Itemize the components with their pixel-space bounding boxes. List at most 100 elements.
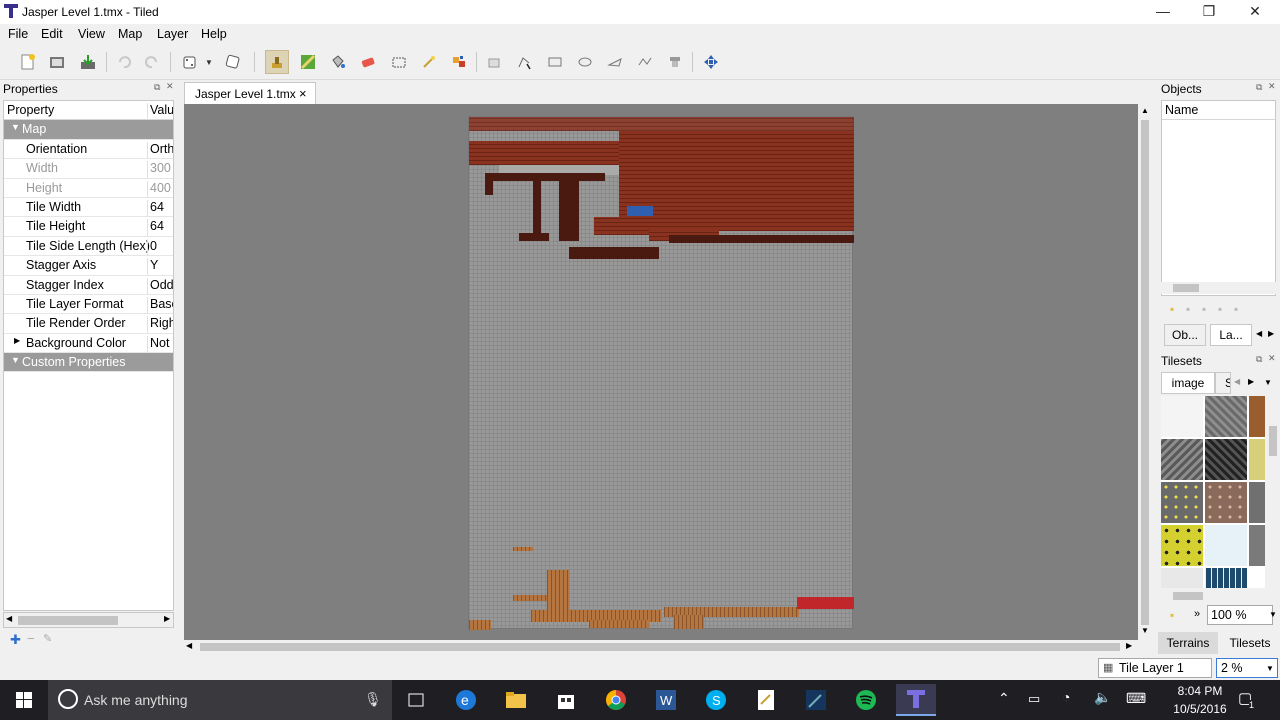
rename-property-icon[interactable]: ✎ [43,632,52,645]
scrollbar-thumb[interactable] [1173,592,1203,600]
notes-app-icon[interactable] [746,684,786,716]
menu-view[interactable]: View [78,27,105,41]
tileset-menu-icon[interactable]: ▼ [1264,378,1272,387]
tab-objects[interactable]: Ob... [1164,324,1206,346]
scroll-right-icon[interactable]: ▶ [164,614,170,623]
terrain-brush-icon[interactable] [296,50,320,74]
tab-scroll-right-icon[interactable]: ▶ [1248,377,1254,386]
tile[interactable] [1161,525,1203,566]
save-file-icon[interactable] [76,50,100,74]
insert-tile-object-icon[interactable] [663,50,687,74]
scrollbar-thumb[interactable] [1269,426,1277,456]
custom-properties-group-row[interactable]: ▼ Custom Properties [4,353,173,373]
tile[interactable] [1161,396,1203,437]
cortana-search-box[interactable]: Ask me anything 🎙 [48,680,392,720]
task-view-icon[interactable] [396,684,436,716]
tileset-hscrollbar[interactable] [1161,590,1278,602]
scroll-left-icon[interactable]: ◀ [186,641,192,650]
kindle-icon[interactable] [796,684,836,716]
tile[interactable] [1249,396,1265,437]
skype-icon[interactable]: S [696,684,736,716]
property-row[interactable]: Tile Render Order Righ [4,314,173,334]
property-value[interactable]: Odd [147,277,173,295]
new-object-layer-icon[interactable]: ▪ [1170,302,1174,316]
property-value[interactable]: Righ [147,316,173,334]
file-explorer-icon[interactable] [496,684,536,716]
select-same-tile-icon[interactable] [447,50,471,74]
name-column-header[interactable]: Name [1162,101,1275,120]
dice-icon[interactable] [220,50,244,74]
stamp-brush-icon[interactable] [265,50,289,74]
remove-property-icon[interactable]: − [27,631,35,646]
new-tileset-icon[interactable]: ▪ [1170,608,1174,622]
tile[interactable] [1205,396,1247,437]
random-mode-icon[interactable] [178,50,202,74]
edit-polygons-icon[interactable] [512,50,536,74]
map-group-row[interactable]: ▼ Map [4,120,173,140]
property-value[interactable]: Orth [147,141,173,159]
select-objects-icon[interactable] [482,50,506,74]
scrollbar-thumb[interactable] [1141,120,1149,625]
property-row[interactable]: Width 300 [4,159,173,179]
scrollbar-thumb[interactable] [200,643,1120,651]
microphone-icon[interactable]: 🎙 [364,691,382,708]
move-object-down-icon[interactable]: ▪ [1218,302,1222,316]
edge-browser-icon[interactable]: e [446,684,486,716]
float-panel-icon[interactable]: ⧉ [154,82,160,93]
scroll-right-icon[interactable]: ▶ [1126,641,1132,650]
insert-polygon-icon[interactable] [603,50,627,74]
add-property-icon[interactable]: ✚ [10,632,21,648]
duplicate-object-icon[interactable]: ▪ [1186,302,1190,316]
value-column-header[interactable]: Value [147,103,173,120]
close-button[interactable]: ✕ [1232,0,1278,24]
property-value[interactable]: Not : [147,335,173,353]
tile[interactable] [1205,525,1247,566]
insert-polyline-icon[interactable] [633,50,657,74]
editor-vscrollbar[interactable]: ▲ ▼ [1138,104,1152,640]
menu-layer[interactable]: Layer [157,27,188,41]
bucket-fill-icon[interactable] [326,50,350,74]
objects-hscrollbar[interactable] [1161,282,1276,294]
chevron-down-icon[interactable]: ▼ [1266,664,1274,673]
menu-edit[interactable]: Edit [41,27,63,41]
scroll-left-icon[interactable]: ◀ [6,614,12,623]
editor-hscrollbar[interactable]: ◀ ▶ [184,640,1138,654]
property-value[interactable]: 64 [147,199,173,217]
tile[interactable] [1161,568,1203,588]
close-panel-icon[interactable]: ✕ [166,81,174,92]
windows-start-icon[interactable] [4,684,44,716]
property-row[interactable]: Tile Width 64 [4,198,173,218]
tab-terrains[interactable]: Terrains [1158,632,1218,654]
clock-time[interactable]: 8:04 PM [1168,684,1232,698]
show-hidden-icons-icon[interactable]: ⌃ [998,690,1010,707]
minimize-button[interactable]: — [1140,0,1186,24]
property-row[interactable]: Orientation Orth [4,140,173,160]
rect-select-icon[interactable] [387,50,411,74]
property-row[interactable]: ▶ Background Color Not : [4,334,173,354]
property-value[interactable]: 0 [147,238,173,256]
tile[interactable] [1205,439,1247,480]
scroll-up-icon[interactable]: ▲ [1141,106,1149,115]
property-column-header[interactable]: Property [7,103,54,117]
object-properties-icon[interactable]: ▪ [1234,302,1238,316]
float-panel-icon[interactable]: ⧉ [1256,82,1262,93]
close-panel-icon[interactable]: ✕ [1268,81,1276,92]
tileset-grid[interactable] [1161,396,1265,588]
tab-scroll-left-icon[interactable]: ◀ [1234,377,1240,386]
chrome-icon[interactable] [596,684,636,716]
property-value[interactable]: 300 [147,161,173,179]
property-row[interactable]: Tile Side Length (Hex) 0 [4,237,173,257]
tile-map[interactable] [468,116,854,630]
insert-rectangle-icon[interactable] [543,50,567,74]
spotify-icon[interactable] [846,684,886,716]
property-value[interactable]: 400 [147,180,173,198]
objects-list[interactable]: Name [1161,100,1276,296]
menu-map[interactable]: Map [118,27,142,41]
chevron-down-icon[interactable]: ▼ [1269,610,1277,619]
new-file-icon[interactable] [16,50,40,74]
tile[interactable] [1161,439,1203,480]
eraser-icon[interactable] [356,50,380,74]
volume-icon[interactable]: 🔈 [1094,689,1111,706]
expand-arrow-icon[interactable]: ▶ [14,336,20,345]
insert-ellipse-icon[interactable] [573,50,597,74]
